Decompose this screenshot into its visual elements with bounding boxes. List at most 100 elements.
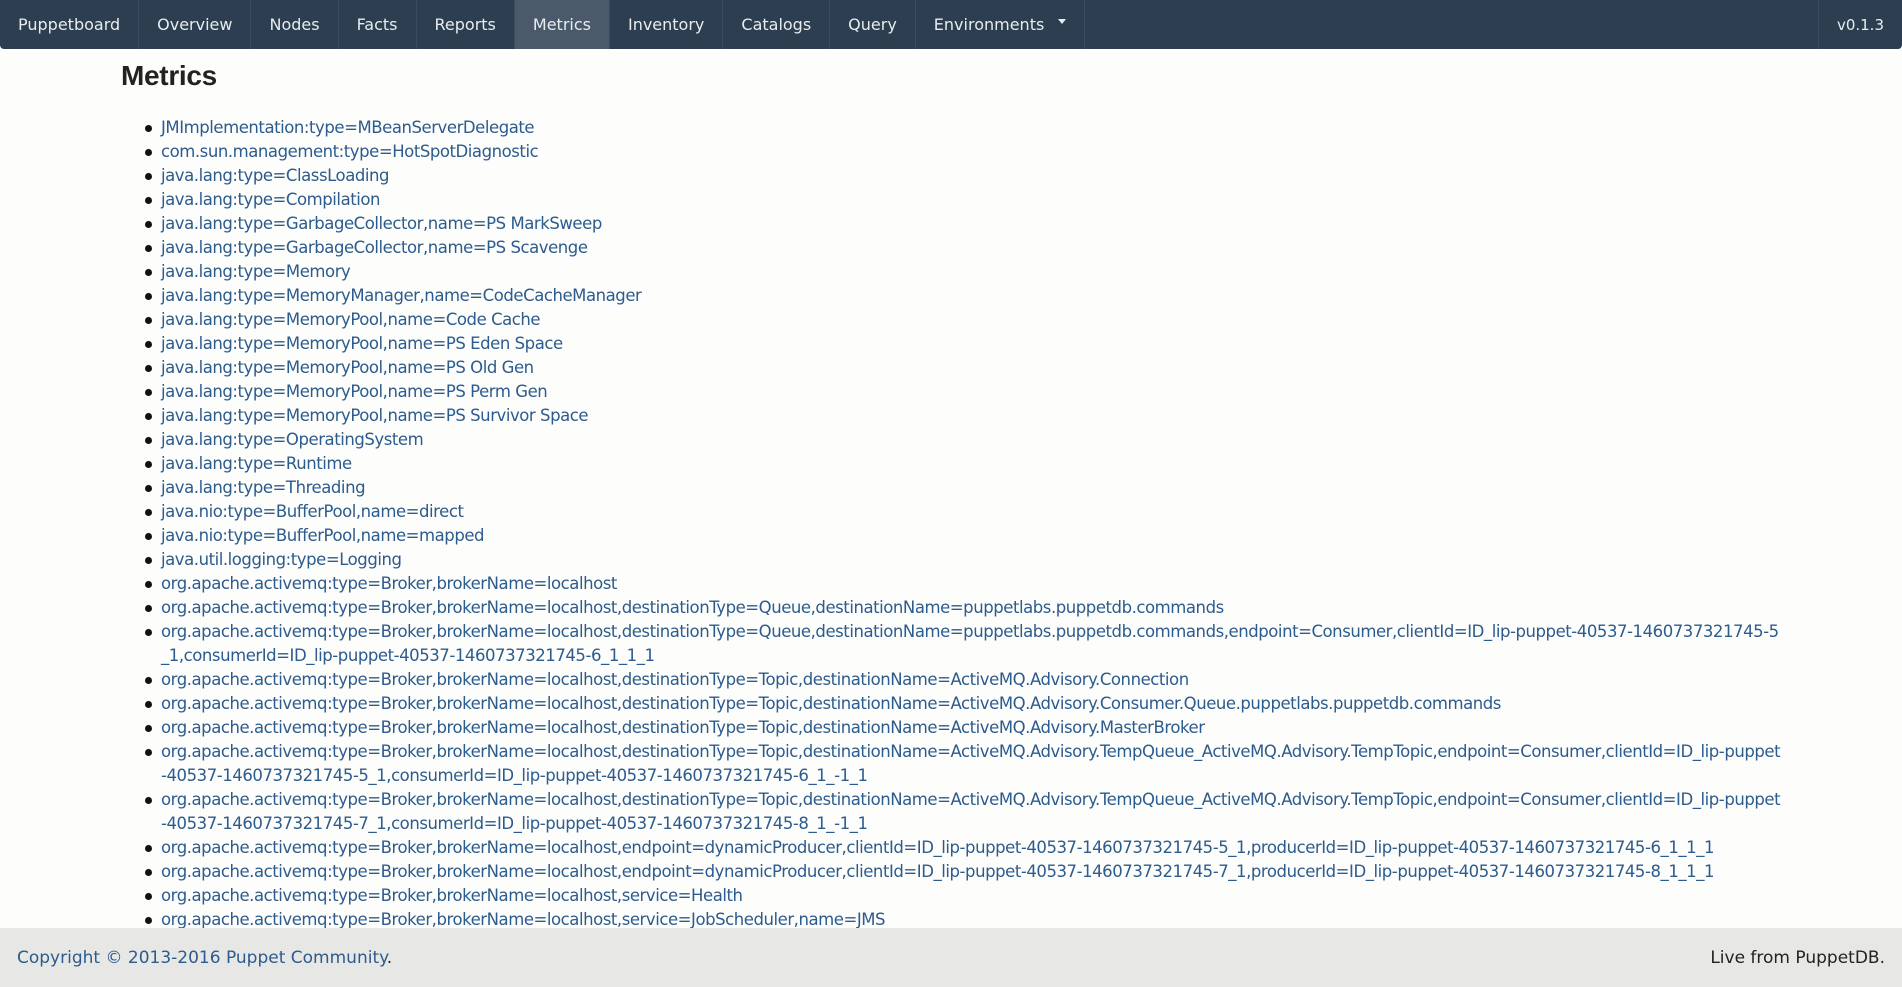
metric-link[interactable]: org.apache.activemq:type=Broker,brokerNa… [161, 742, 1781, 785]
metric-list-item: org.apache.activemq:type=Broker,brokerNa… [145, 572, 1782, 596]
bullet-icon [145, 317, 152, 324]
bullet-icon [145, 893, 152, 900]
live-from-puppetdb: Live from PuppetDB. [1710, 947, 1885, 968]
metric-link[interactable]: java.lang:type=MemoryManager,name=CodeCa… [161, 286, 642, 305]
version-link[interactable]: v0.1.3 [1817, 0, 1902, 49]
metric-list-item: java.lang:type=Memory [145, 260, 1782, 284]
metric-link[interactable]: org.apache.activemq:type=Broker,brokerNa… [161, 790, 1781, 833]
bullet-icon [145, 173, 152, 180]
bullet-icon [145, 293, 152, 300]
metric-link[interactable]: java.lang:type=MemoryPool,name=PS Old Ge… [161, 358, 534, 377]
metric-list-item: org.apache.activemq:type=Broker,brokerNa… [145, 788, 1782, 836]
metric-link[interactable]: org.apache.activemq:type=Broker,brokerNa… [161, 718, 1205, 737]
metric-list-item: org.apache.activemq:type=Broker,brokerNa… [145, 620, 1782, 668]
metric-link[interactable]: java.lang:type=Threading [161, 478, 366, 497]
metric-list-item: java.lang:type=MemoryPool,name=PS Surviv… [145, 404, 1782, 428]
bullet-icon [145, 461, 152, 468]
metric-link[interactable]: java.lang:type=MemoryPool,name=PS Eden S… [161, 334, 563, 353]
metric-link[interactable]: java.nio:type=BufferPool,name=mapped [161, 526, 485, 545]
bullet-icon [145, 797, 152, 804]
metric-link[interactable]: JMImplementation:type=MBeanServerDelegat… [161, 118, 535, 137]
metric-list-item: java.lang:type=MemoryManager,name=CodeCa… [145, 284, 1782, 308]
bullet-icon [145, 869, 152, 876]
metric-link[interactable]: org.apache.activemq:type=Broker,brokerNa… [161, 574, 617, 593]
metric-list-item: java.lang:type=ClassLoading [145, 164, 1782, 188]
metric-list-item: org.apache.activemq:type=Broker,brokerNa… [145, 716, 1782, 740]
metric-link[interactable]: org.apache.activemq:type=Broker,brokerNa… [161, 598, 1224, 617]
metric-link[interactable]: java.lang:type=Compilation [161, 190, 380, 209]
copyright-suffix: . [386, 947, 393, 968]
metric-list-item: org.apache.activemq:type=Broker,brokerNa… [145, 836, 1782, 860]
metric-list-item: java.nio:type=BufferPool,name=mapped [145, 524, 1782, 548]
metrics-list: JMImplementation:type=MBeanServerDelegat… [121, 116, 1782, 932]
bullet-icon [145, 677, 152, 684]
bullet-icon [145, 701, 152, 708]
nav-nodes[interactable]: Nodes [251, 0, 339, 49]
metric-list-item: java.lang:type=MemoryPool,name=PS Perm G… [145, 380, 1782, 404]
metric-link[interactable]: java.lang:type=ClassLoading [161, 166, 389, 185]
bullet-icon [145, 149, 152, 156]
bullet-icon [145, 125, 152, 132]
copyright-link[interactable]: Copyright © 2013-2016 Puppet Community [17, 948, 387, 968]
metric-list-item: org.apache.activemq:type=Broker,brokerNa… [145, 596, 1782, 620]
bullet-icon [145, 365, 152, 372]
metric-link[interactable]: java.lang:type=GarbageCollector,name=PS … [161, 238, 588, 257]
metric-link[interactable]: java.lang:type=GarbageCollector,name=PS … [161, 214, 602, 233]
metric-link[interactable]: java.nio:type=BufferPool,name=direct [161, 502, 464, 521]
metric-list-item: org.apache.activemq:type=Broker,brokerNa… [145, 668, 1782, 692]
metric-list-item: java.lang:type=MemoryPool,name=Code Cach… [145, 308, 1782, 332]
bullet-icon [145, 725, 152, 732]
metric-list-item: org.apache.activemq:type=Broker,brokerNa… [145, 884, 1782, 908]
metric-link[interactable]: org.apache.activemq:type=Broker,brokerNa… [161, 886, 743, 905]
metric-list-item: java.util.logging:type=Logging [145, 548, 1782, 572]
environments-dropdown[interactable]: Environments [916, 0, 1086, 49]
nav-facts[interactable]: Facts [339, 0, 417, 49]
metric-list-item: java.lang:type=MemoryPool,name=PS Old Ge… [145, 356, 1782, 380]
metric-link[interactable]: org.apache.activemq:type=Broker,brokerNa… [161, 694, 1501, 713]
metric-list-item: org.apache.activemq:type=Broker,brokerNa… [145, 740, 1782, 788]
metric-link[interactable]: java.lang:type=MemoryPool,name=PS Surviv… [161, 406, 589, 425]
nav-inventory[interactable]: Inventory [610, 0, 724, 49]
caret-down-icon [1058, 19, 1067, 24]
bullet-icon [145, 533, 152, 540]
metric-link[interactable]: com.sun.management:type=HotSpotDiagnosti… [161, 142, 539, 161]
bullet-icon [145, 605, 152, 612]
bullet-icon [145, 845, 152, 852]
footer: Copyright © 2013-2016 Puppet Community. … [0, 928, 1902, 987]
metric-link[interactable]: java.util.logging:type=Logging [161, 550, 402, 569]
metric-link[interactable]: java.lang:type=Memory [161, 262, 351, 281]
metric-list-item: java.lang:type=GarbageCollector,name=PS … [145, 236, 1782, 260]
bullet-icon [145, 245, 152, 252]
metric-list-item: java.lang:type=Runtime [145, 452, 1782, 476]
metric-link[interactable]: java.lang:type=Runtime [161, 454, 352, 473]
bullet-icon [145, 557, 152, 564]
nav-metrics[interactable]: Metrics [514, 0, 610, 49]
main-content: Metrics JMImplementation:type=MBeanServe… [121, 60, 1782, 932]
metric-list-item: java.lang:type=MemoryPool,name=PS Eden S… [145, 332, 1782, 356]
metric-link[interactable]: org.apache.activemq:type=Broker,brokerNa… [161, 622, 1779, 665]
bullet-icon [145, 581, 152, 588]
metric-link[interactable]: org.apache.activemq:type=Broker,brokerNa… [161, 670, 1189, 689]
brand-link[interactable]: Puppetboard [0, 0, 140, 49]
metric-link[interactable]: java.lang:type=MemoryPool,name=Code Cach… [161, 310, 541, 329]
metric-link[interactable]: java.lang:type=MemoryPool,name=PS Perm G… [161, 382, 548, 401]
bullet-icon [145, 197, 152, 204]
bullet-icon [145, 221, 152, 228]
metric-list-item: java.nio:type=BufferPool,name=direct [145, 500, 1782, 524]
environments-label: Environments [933, 15, 1045, 34]
bullet-icon [145, 509, 152, 516]
metric-list-item: org.apache.activemq:type=Broker,brokerNa… [145, 860, 1782, 884]
metric-link[interactable]: org.apache.activemq:type=Broker,brokerNa… [161, 862, 1715, 881]
metric-link[interactable]: org.apache.activemq:type=Broker,brokerNa… [161, 910, 886, 929]
bullet-icon [145, 485, 152, 492]
nav-query[interactable]: Query [830, 0, 916, 49]
page-title: Metrics [121, 60, 217, 91]
metric-link[interactable]: java.lang:type=OperatingSystem [161, 430, 424, 449]
nav-overview[interactable]: Overview [139, 0, 252, 49]
metric-list-item: java.lang:type=Threading [145, 476, 1782, 500]
bullet-icon [145, 437, 152, 444]
nav-reports[interactable]: Reports [417, 0, 515, 49]
navbar-spacer [1085, 0, 1818, 49]
nav-catalogs[interactable]: Catalogs [723, 0, 831, 49]
metric-link[interactable]: org.apache.activemq:type=Broker,brokerNa… [161, 838, 1715, 857]
